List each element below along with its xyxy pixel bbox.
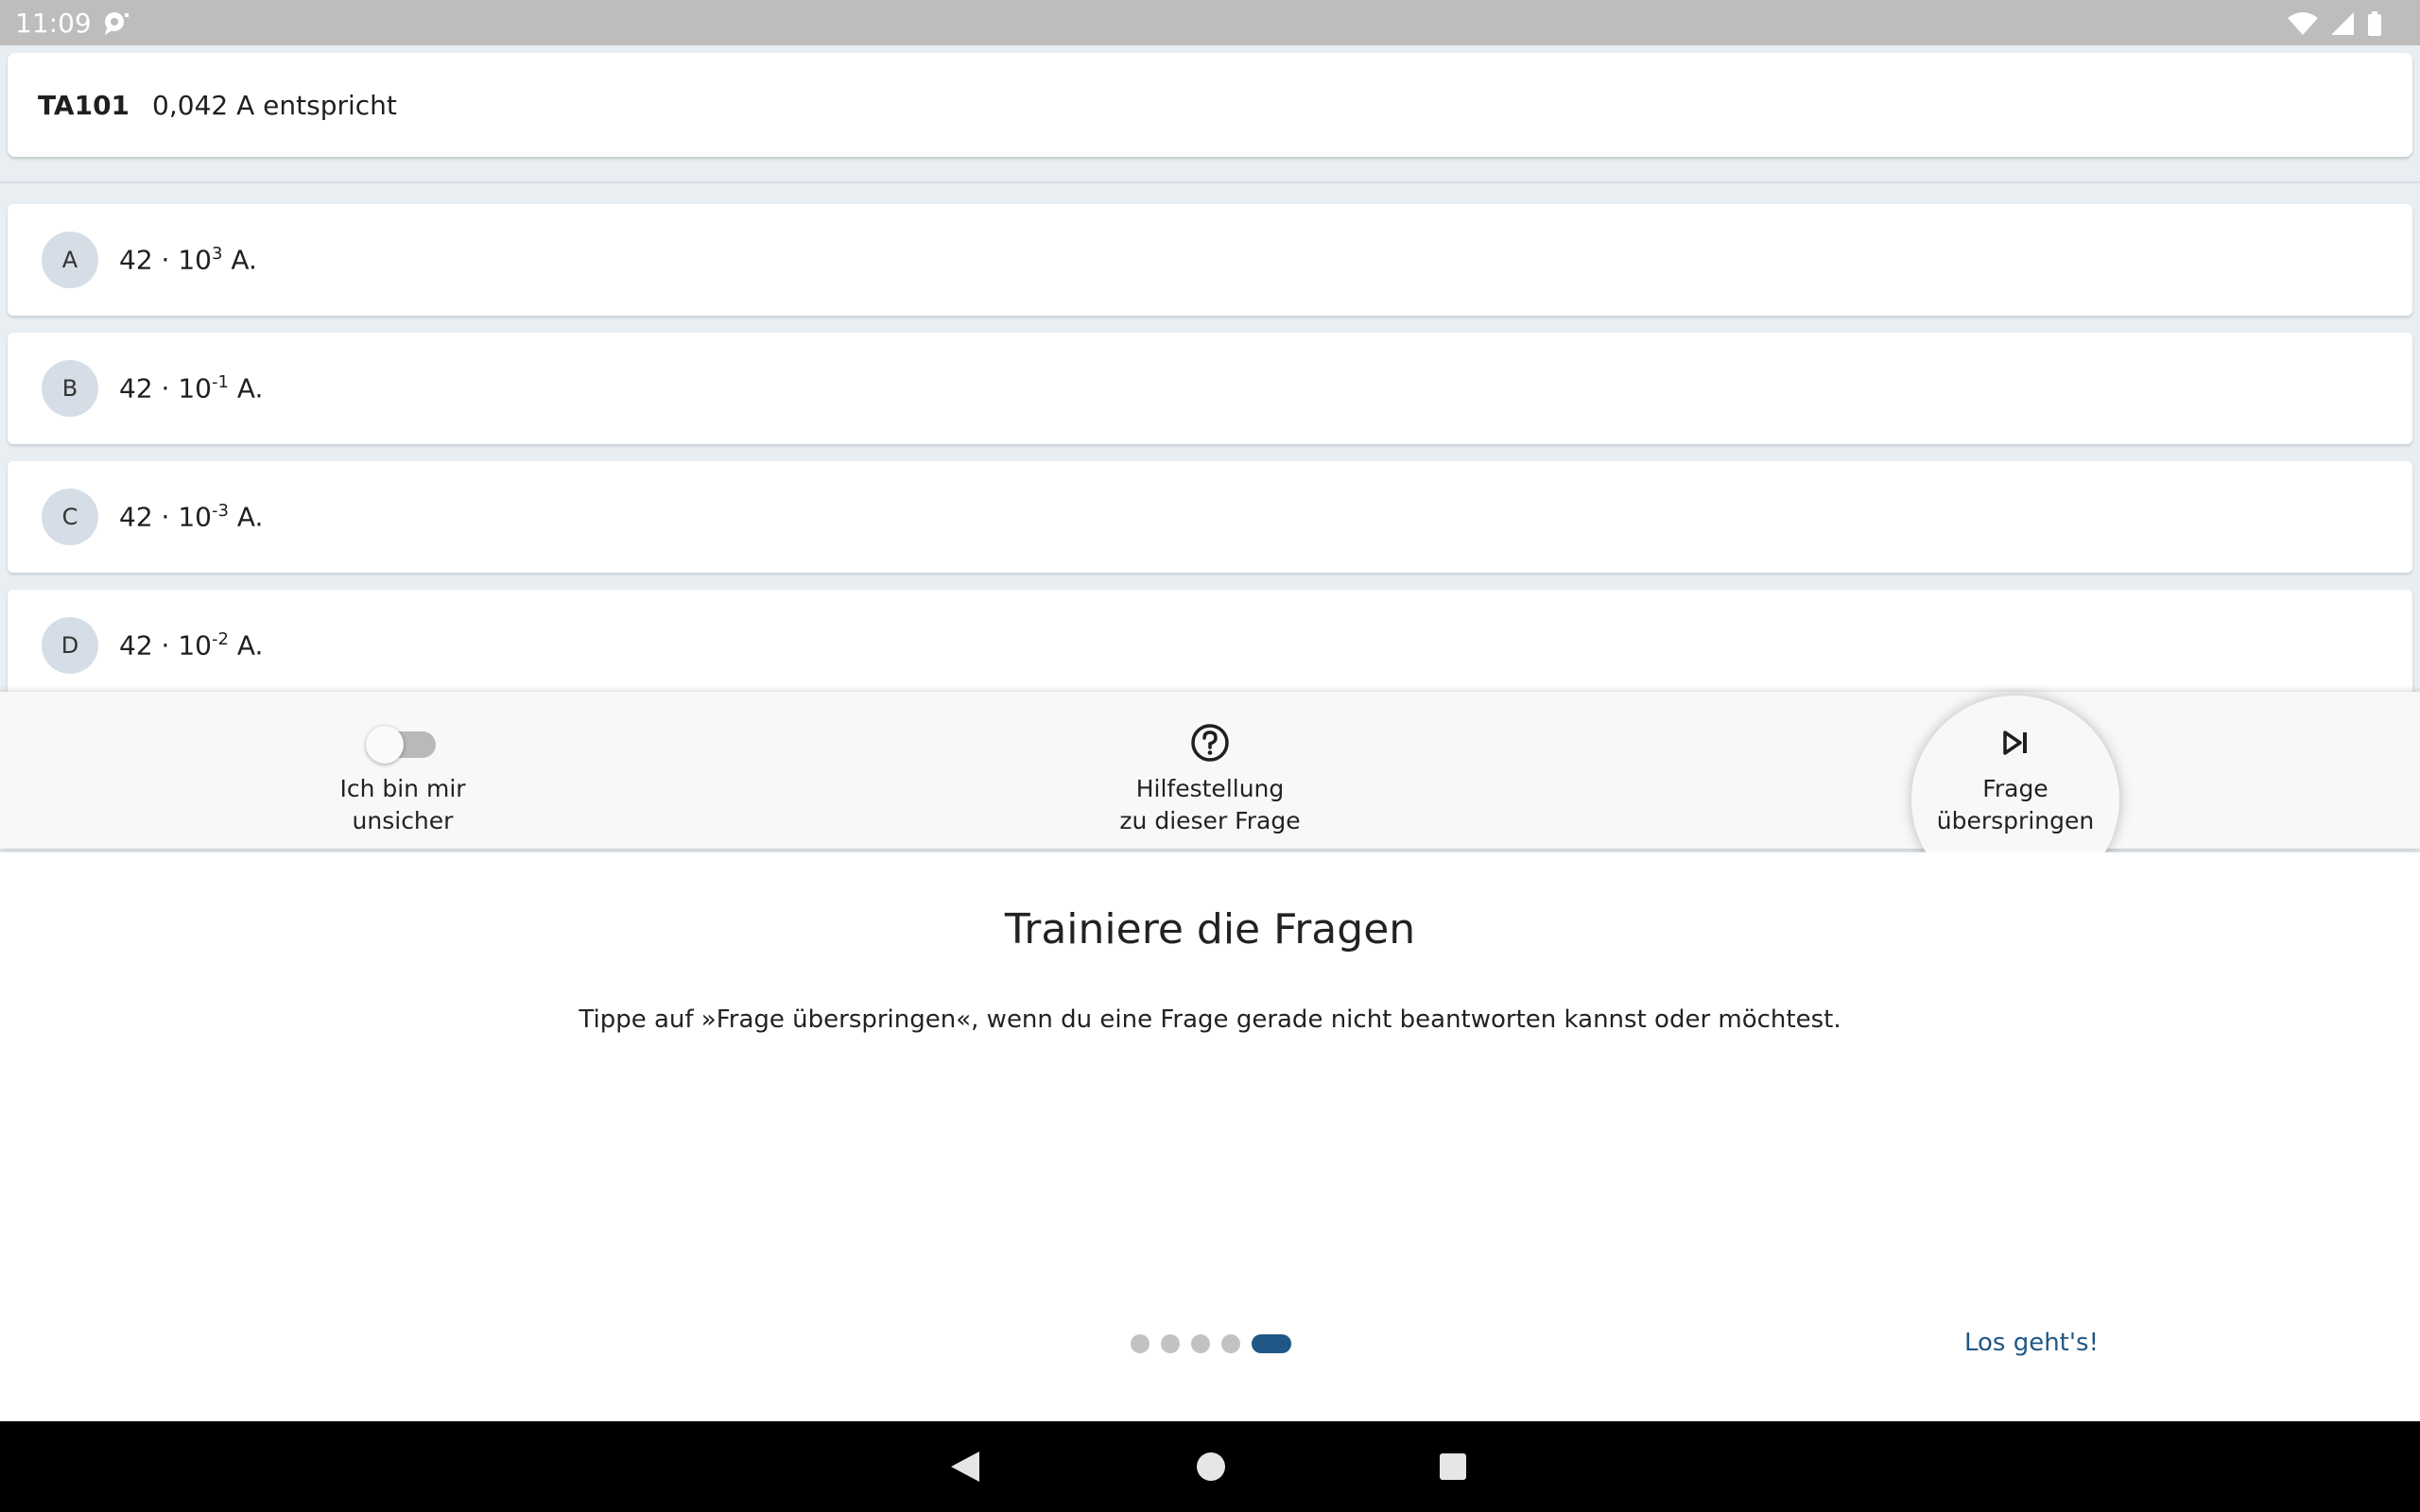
unsure-toggle-control[interactable]: Ich bin mir unsicher — [204, 692, 601, 849]
help-button[interactable]: Hilfestellung zu dieser Frage — [1011, 692, 1409, 849]
page-dot — [1191, 1334, 1210, 1353]
onboarding-panel: Trainiere die Fragen Tippe auf »Frage üb… — [0, 852, 2420, 1421]
answer-text: 42 · 10-1 A. — [119, 372, 264, 404]
help-label: Hilfestellung zu dieser Frage — [1119, 775, 1301, 834]
question-card: TA101 0,042 A entspricht — [8, 53, 2412, 157]
answer-letter-badge: A — [42, 232, 98, 288]
help-circle-icon — [1189, 722, 1231, 767]
answer-option-a[interactable]: A 42 · 103 A. — [8, 204, 2412, 316]
home-icon[interactable] — [1195, 1450, 1227, 1487]
back-icon[interactable] — [949, 1450, 981, 1487]
unsure-label: Ich bin mir unsicher — [339, 775, 466, 834]
onboarding-description: Tippe auf »Frage überspringen«, wenn du … — [579, 1005, 1841, 1034]
onboarding-title: Trainiere die Fragen — [1004, 905, 1416, 954]
answer-text: 42 · 103 A. — [119, 244, 257, 276]
cell-signal-icon — [2331, 12, 2354, 39]
page-dot — [1161, 1334, 1180, 1353]
question-id: TA101 — [38, 89, 130, 121]
skip-next-icon — [1999, 729, 2031, 761]
status-bar: 11:09 — [0, 0, 2420, 45]
status-time: 11:09 — [15, 8, 92, 39]
unsure-toggle[interactable] — [366, 726, 436, 764]
divider — [0, 181, 2420, 183]
system-icons — [2288, 11, 2382, 40]
page-dot-active — [1252, 1334, 1291, 1353]
question-text: 0,042 A entspricht — [152, 89, 397, 121]
page-dot — [1221, 1334, 1240, 1353]
wifi-icon — [2288, 12, 2318, 39]
answer-option-d[interactable]: D 42 · 10-2 A. — [8, 590, 2412, 701]
navigation-bar — [0, 1421, 2420, 1512]
skip-question-button[interactable]: Frage überspringen — [1817, 692, 2214, 849]
page-dot — [1131, 1334, 1150, 1353]
page-indicator — [1131, 1334, 1291, 1353]
answer-letter-badge: C — [42, 489, 98, 545]
answer-option-c[interactable]: C 42 · 10-3 A. — [8, 461, 2412, 573]
battery-icon — [2367, 11, 2382, 40]
message-notification-icon — [102, 9, 130, 40]
answer-text: 42 · 10-2 A. — [119, 629, 264, 662]
get-started-button[interactable]: Los geht's! — [1928, 1329, 2099, 1357]
answer-option-b[interactable]: B 42 · 10-1 A. — [8, 333, 2412, 444]
recents-icon[interactable] — [1437, 1450, 1469, 1487]
skip-label: Frage überspringen — [1936, 775, 2095, 834]
toggle-knob — [366, 726, 404, 764]
answer-letter-badge: D — [42, 617, 98, 674]
answer-text: 42 · 10-3 A. — [119, 501, 264, 533]
answer-letter-badge: B — [42, 360, 98, 417]
